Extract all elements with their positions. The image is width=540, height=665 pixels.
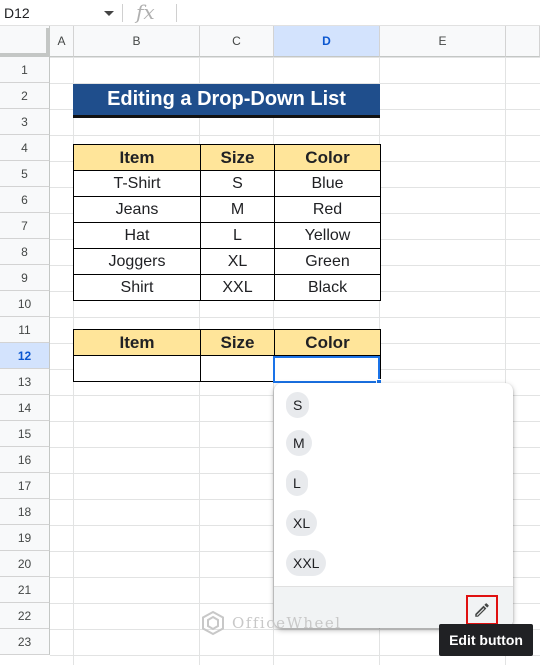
cell[interactable]: Green bbox=[274, 248, 381, 275]
column-header-f[interactable] bbox=[506, 26, 540, 57]
row-header-21[interactable]: 21 bbox=[0, 577, 50, 603]
row-header-6[interactable]: 6 bbox=[0, 187, 50, 213]
row-header-10[interactable]: 10 bbox=[0, 291, 50, 317]
table-header-row: Item Size Color bbox=[73, 144, 381, 171]
table-row: Shirt XXL Black bbox=[73, 274, 381, 301]
watermark: OfficeWheel bbox=[200, 610, 342, 636]
row-header-9[interactable]: 9 bbox=[0, 265, 50, 291]
fx-icon: fx bbox=[136, 0, 155, 24]
row-header-12[interactable]: 12 bbox=[0, 343, 50, 369]
watermark-text: OfficeWheel bbox=[232, 614, 342, 632]
dropdown-option-xl[interactable]: XL bbox=[286, 510, 318, 536]
chevron-down-icon[interactable] bbox=[104, 11, 114, 16]
row-header-14[interactable]: 14 bbox=[0, 395, 50, 421]
cell[interactable]: Joggers bbox=[73, 248, 201, 275]
header-color[interactable]: Color bbox=[274, 144, 381, 171]
cell[interactable]: Jeans bbox=[73, 196, 201, 223]
product-table: Item Size Color T-Shirt S Blue Jeans M R… bbox=[73, 144, 381, 301]
dropdown-option-xxl[interactable]: XXL bbox=[286, 550, 327, 576]
row-header-1[interactable]: 1 bbox=[0, 57, 50, 83]
column-header-a[interactable]: A bbox=[50, 26, 74, 57]
row-header-11[interactable]: 11 bbox=[0, 317, 50, 343]
divider bbox=[122, 4, 123, 22]
cell-b12[interactable] bbox=[73, 355, 201, 382]
header-size[interactable]: Size bbox=[200, 144, 275, 171]
edit-dropdown-button[interactable] bbox=[466, 595, 498, 625]
page-title: Editing a Drop-Down List bbox=[73, 84, 380, 118]
cell-c12[interactable] bbox=[200, 355, 275, 382]
pencil-icon bbox=[475, 603, 489, 617]
row-header-8[interactable]: 8 bbox=[0, 239, 50, 265]
cell[interactable]: Red bbox=[274, 196, 381, 223]
row-header-19[interactable]: 19 bbox=[0, 525, 50, 551]
header-item[interactable]: Item bbox=[73, 329, 201, 356]
row-header-3[interactable]: 3 bbox=[0, 109, 50, 135]
row-header-2[interactable]: 2 bbox=[0, 83, 50, 109]
header-size[interactable]: Size bbox=[200, 329, 275, 356]
cell[interactable]: Hat bbox=[73, 222, 201, 249]
row-header-5[interactable]: 5 bbox=[0, 161, 50, 187]
table-row: Joggers XL Green bbox=[73, 248, 381, 275]
row-header-17[interactable]: 17 bbox=[0, 473, 50, 499]
cell[interactable]: Blue bbox=[274, 170, 381, 197]
table-row: T-Shirt S Blue bbox=[73, 170, 381, 197]
formula-bar: D12 fx bbox=[0, 0, 540, 26]
table-header-row: Item Size Color bbox=[73, 329, 381, 356]
column-header-c[interactable]: C bbox=[200, 26, 274, 57]
cell[interactable]: Shirt bbox=[73, 274, 201, 301]
row-header-15[interactable]: 15 bbox=[0, 421, 50, 447]
row-header-13[interactable]: 13 bbox=[0, 369, 50, 395]
cell-reference: D12 bbox=[4, 5, 30, 21]
row-header-22[interactable]: 22 bbox=[0, 603, 50, 629]
cell[interactable]: S bbox=[200, 170, 275, 197]
cell[interactable]: Black bbox=[274, 274, 381, 301]
officewheel-logo-icon bbox=[202, 610, 224, 636]
row-header-18[interactable]: 18 bbox=[0, 499, 50, 525]
table-row: Hat L Yellow bbox=[73, 222, 381, 249]
table-row: Jeans M Red bbox=[73, 196, 381, 223]
dropdown-option-s[interactable]: S bbox=[286, 392, 310, 418]
dropdown-menu: S M L XL XXL bbox=[274, 383, 513, 628]
formula-input[interactable] bbox=[184, 0, 534, 26]
row-header-7[interactable]: 7 bbox=[0, 213, 50, 239]
header-item[interactable]: Item bbox=[73, 144, 201, 171]
dropdown-option-m[interactable]: M bbox=[286, 430, 312, 456]
cell[interactable]: T-Shirt bbox=[73, 170, 201, 197]
row-header-16[interactable]: 16 bbox=[0, 447, 50, 473]
active-cell-outline[interactable] bbox=[273, 356, 380, 383]
cell[interactable]: M bbox=[200, 196, 275, 223]
cell[interactable]: L bbox=[200, 222, 275, 249]
divider bbox=[176, 4, 177, 22]
name-box[interactable]: D12 bbox=[0, 0, 120, 26]
column-header-e[interactable]: E bbox=[380, 26, 506, 57]
edit-button-tooltip: Edit button bbox=[439, 624, 533, 656]
cell[interactable]: XXL bbox=[200, 274, 275, 301]
row-header-4[interactable]: 4 bbox=[0, 135, 50, 161]
dropdown-option-l[interactable]: L bbox=[286, 470, 308, 496]
header-color[interactable]: Color bbox=[274, 329, 381, 356]
column-header-b[interactable]: B bbox=[74, 26, 200, 57]
column-header-d[interactable]: D bbox=[274, 26, 380, 57]
cell[interactable]: XL bbox=[200, 248, 275, 275]
row-header-20[interactable]: 20 bbox=[0, 551, 50, 577]
cell[interactable]: Yellow bbox=[274, 222, 381, 249]
row-header-23[interactable]: 23 bbox=[0, 629, 50, 655]
